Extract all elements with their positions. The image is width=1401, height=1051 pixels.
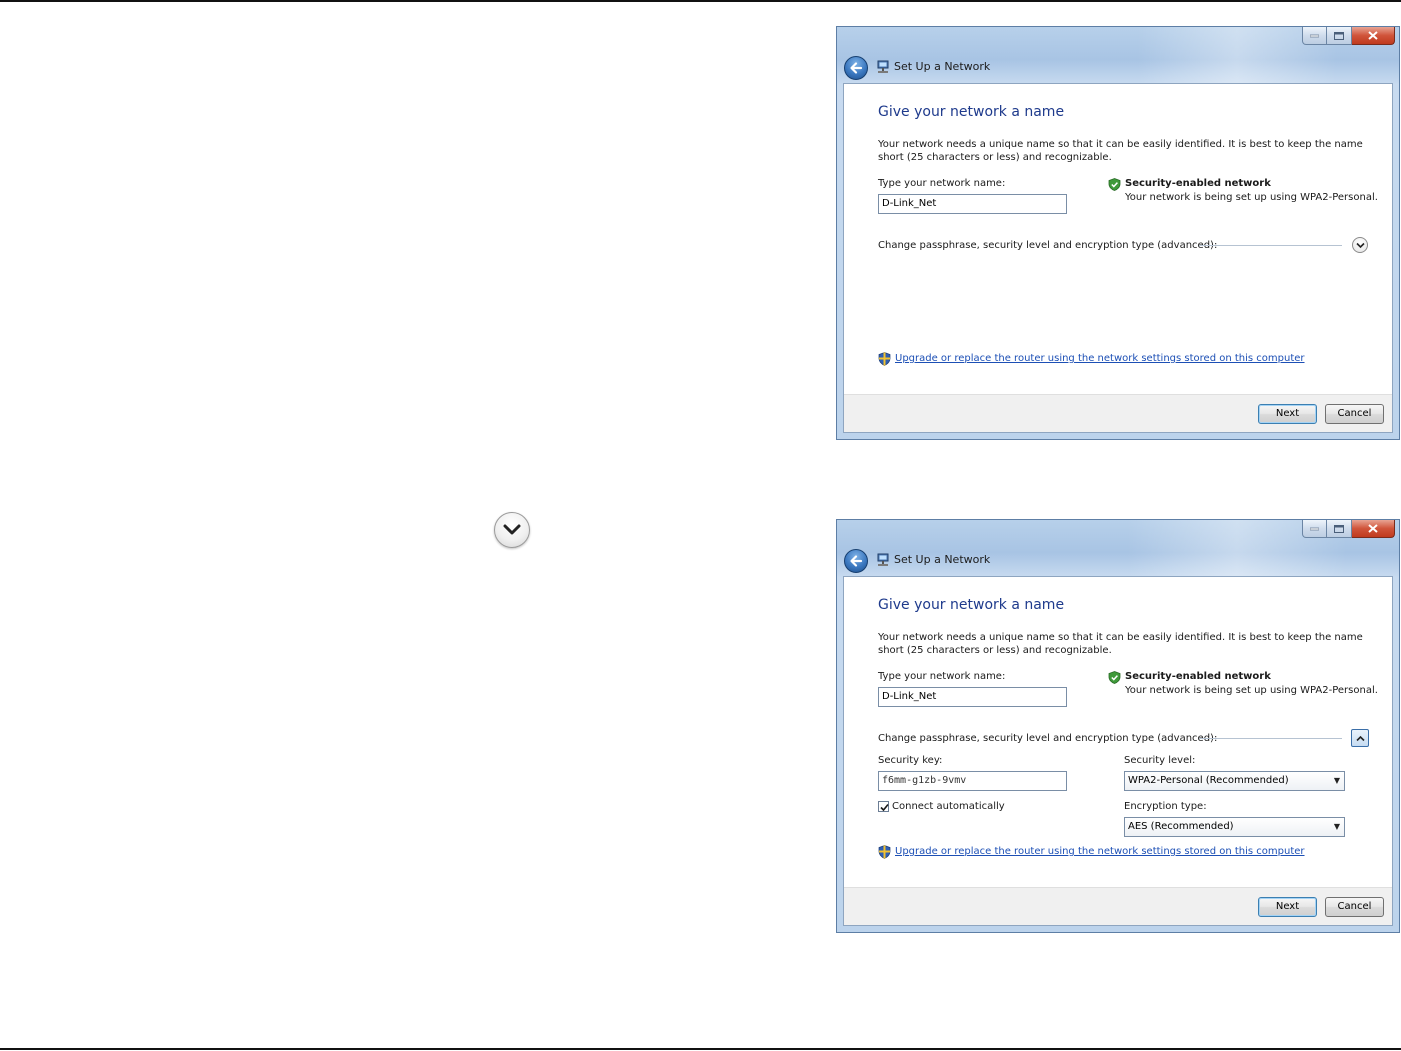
- encryption-type-select[interactable]: AES (Recommended) ▼: [1124, 817, 1345, 837]
- next-button-label: Next: [1275, 408, 1300, 419]
- network-name-label: Type your network name:: [878, 178, 1006, 189]
- cancel-button-label: Cancel: [1337, 408, 1372, 419]
- advanced-divider: [1199, 738, 1342, 739]
- minimize-icon: [1310, 527, 1319, 530]
- chevron-down-icon: [1356, 242, 1365, 249]
- page-heading: Give your network a name: [878, 104, 1065, 120]
- security-check-shield-icon: [1108, 671, 1121, 684]
- dialog-footer: Next Cancel: [844, 394, 1392, 432]
- description-text: Your network needs a unique name so that…: [878, 139, 1363, 163]
- maximize-button[interactable]: [1327, 27, 1352, 45]
- content-pane: Give your network a name Your network ne…: [843, 576, 1393, 926]
- network-name-input[interactable]: D-Link_Net: [878, 194, 1067, 214]
- security-level-select[interactable]: WPA2-Personal (Recommended) ▼: [1124, 771, 1345, 791]
- close-icon: [1368, 31, 1378, 40]
- next-button-label: Next: [1275, 901, 1300, 912]
- back-button[interactable]: [844, 549, 868, 573]
- upgrade-router-link[interactable]: Upgrade or replace the router using the …: [895, 846, 1305, 857]
- advanced-options-label: Change passphrase, security level and en…: [878, 240, 1218, 251]
- checkmark-icon: [880, 803, 889, 812]
- close-button[interactable]: [1352, 520, 1395, 538]
- security-level-label: Security level:: [1124, 755, 1196, 766]
- security-key-label: Security key:: [878, 755, 943, 766]
- connect-automatically-checkbox[interactable]: [878, 801, 889, 812]
- cancel-button-label: Cancel: [1337, 901, 1372, 912]
- dialog-title: Set Up a Network: [894, 60, 991, 73]
- security-enabled-title: Security-enabled network: [1125, 178, 1271, 189]
- cancel-button[interactable]: Cancel: [1325, 897, 1384, 917]
- upgrade-router-link[interactable]: Upgrade or replace the router using the …: [895, 353, 1305, 364]
- collapse-advanced-button[interactable]: [1351, 729, 1369, 747]
- description-text: Your network needs a unique name so that…: [878, 632, 1363, 656]
- cancel-button[interactable]: Cancel: [1325, 404, 1384, 424]
- page-top-rule: [0, 0, 1401, 2]
- maximize-button[interactable]: [1327, 520, 1352, 538]
- dialog-title: Set Up a Network: [894, 553, 991, 566]
- encryption-type-label: Encryption type:: [1124, 801, 1207, 812]
- network-name-input[interactable]: D-Link_Net: [878, 687, 1067, 707]
- setup-network-dialog-collapsed: Set Up a Network Give your network a nam…: [836, 26, 1400, 440]
- page-bottom-rule: [0, 1048, 1401, 1050]
- dialog-footer: Next Cancel: [844, 887, 1392, 925]
- advanced-options-label: Change passphrase, security level and en…: [878, 733, 1218, 744]
- content-pane: Give your network a name Your network ne…: [843, 83, 1393, 433]
- encryption-type-value: AES (Recommended): [1128, 821, 1234, 832]
- window-controls: [1302, 520, 1395, 538]
- close-button[interactable]: [1352, 27, 1395, 45]
- maximize-icon: [1334, 524, 1344, 533]
- close-icon: [1368, 524, 1378, 533]
- back-arrow-icon: [850, 555, 863, 567]
- chevron-up-icon: [1356, 735, 1365, 742]
- minimize-button[interactable]: [1302, 520, 1327, 538]
- next-button[interactable]: Next: [1258, 897, 1317, 917]
- back-arrow-icon: [850, 62, 863, 74]
- advanced-divider: [1199, 245, 1342, 246]
- security-enabled-title: Security-enabled network: [1125, 671, 1271, 682]
- page-heading: Give your network a name: [878, 597, 1065, 613]
- minimize-button[interactable]: [1302, 27, 1327, 45]
- next-button[interactable]: Next: [1258, 404, 1317, 424]
- uac-shield-icon: [878, 352, 891, 366]
- network-icon: [877, 60, 889, 73]
- expand-advanced-button[interactable]: [1352, 237, 1368, 253]
- network-name-label: Type your network name:: [878, 671, 1006, 682]
- back-button[interactable]: [844, 56, 868, 80]
- minimize-icon: [1310, 34, 1319, 37]
- connect-automatically-label: Connect automatically: [892, 801, 1005, 812]
- network-icon: [877, 553, 889, 566]
- security-enabled-subtitle: Your network is being set up using WPA2-…: [1125, 192, 1378, 203]
- security-key-input[interactable]: f6mm-g1zb-9vmv: [878, 771, 1067, 791]
- chevron-down-circle-icon: [494, 512, 530, 548]
- maximize-icon: [1334, 31, 1344, 40]
- uac-shield-icon: [878, 845, 891, 859]
- setup-network-dialog-expanded: Set Up a Network Give your network a nam…: [836, 519, 1400, 933]
- security-check-shield-icon: [1108, 178, 1121, 191]
- window-controls: [1302, 27, 1395, 45]
- security-level-value: WPA2-Personal (Recommended): [1128, 775, 1289, 786]
- dropdown-arrow-icon: ▼: [1333, 776, 1340, 785]
- dropdown-arrow-icon: ▼: [1333, 822, 1340, 831]
- security-enabled-subtitle: Your network is being set up using WPA2-…: [1125, 685, 1378, 696]
